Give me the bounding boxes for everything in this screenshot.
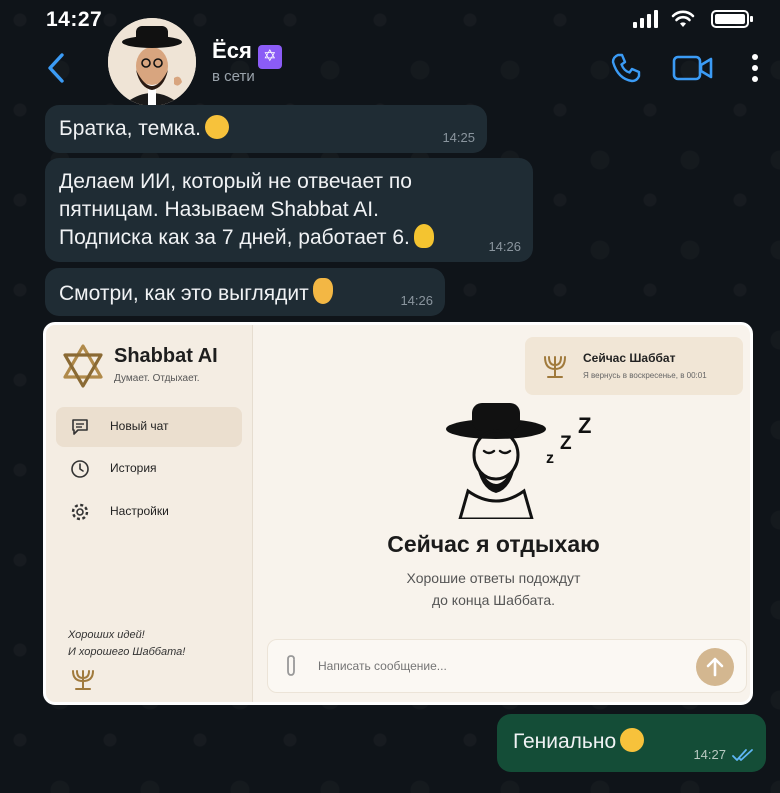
message-time: 14:25: [442, 130, 475, 145]
menorah-icon: [72, 670, 94, 690]
nav-item-settings[interactable]: Настройки: [56, 492, 242, 532]
message-text: Братка, темка.: [59, 117, 201, 140]
contact-avatar[interactable]: [108, 18, 196, 106]
message-time: 14:26: [488, 239, 521, 254]
clock: 14:27: [46, 8, 103, 31]
svg-text:z: z: [546, 450, 554, 467]
incoming-message[interactable]: Смотри, как это выглядит 14:26: [45, 268, 445, 316]
app-title: Shabbat AI: [114, 345, 218, 367]
sleeping-rabbi-illustration: z Z Z: [446, 403, 591, 519]
contact-name[interactable]: Ёся ✡: [212, 38, 282, 69]
farewell-line: И хорошего Шаббата!: [68, 646, 186, 658]
contact-online-status: в сети: [212, 68, 255, 85]
resting-subtitle-line: Хорошие ответы подождут: [406, 570, 581, 586]
signal-icon: [633, 10, 658, 28]
farewell-line: Хороших идей!: [68, 629, 145, 641]
svg-text:Z: Z: [560, 433, 572, 454]
nav-item-label: История: [110, 461, 157, 475]
clock-icon: [71, 460, 89, 478]
light-bulb-emoji-icon: [413, 224, 434, 248]
app-main-panel: Сейчас Шаббат Я вернусь в воскресенье, в…: [253, 325, 750, 702]
laughing-face-emoji-icon: [620, 728, 645, 752]
shared-image-message[interactable]: Shabbat AI Думает. Отдыхает. Новый чат И…: [43, 322, 753, 705]
outgoing-message[interactable]: Гениально 14:27: [497, 714, 766, 772]
resting-title: Сейчас я отдыхаю: [387, 531, 600, 557]
contact-name-text: Ёся: [212, 38, 252, 63]
arrow-up-icon: [706, 657, 724, 677]
nav-item-label: Настройки: [110, 504, 169, 518]
video-call-icon[interactable]: [672, 54, 714, 82]
chat-icon: [72, 419, 88, 435]
smiling-face-emoji-icon: [204, 115, 229, 139]
gear-icon: [71, 503, 89, 521]
message-composer: [267, 639, 747, 693]
rabbi-avatar-image: [108, 18, 196, 106]
chat-header: Ёся ✡ в сети: [0, 18, 780, 106]
star-of-david-logo-icon: [63, 344, 103, 388]
message-text: Гениально: [513, 730, 617, 753]
shabbat-status-card: Сейчас Шаббат Я вернусь в воскресенье, в…: [525, 337, 743, 395]
status-title: Сейчас Шаббат: [583, 351, 676, 365]
nav-item-new-chat[interactable]: Новый чат: [56, 407, 242, 447]
message-time: 14:27: [693, 747, 726, 762]
resting-subtitle: Хорошие ответы подождут до конца Шаббата…: [253, 567, 750, 611]
incoming-message[interactable]: Делаем ИИ, который не отвечает по пятниц…: [45, 158, 533, 262]
phone-icon[interactable]: [610, 52, 642, 84]
more-options-icon[interactable]: [750, 52, 760, 84]
read-receipt-icon: [732, 749, 753, 761]
battery-icon: [711, 10, 753, 28]
pointing-down-emoji-icon: [312, 278, 333, 304]
star-of-david-badge: ✡: [257, 45, 282, 69]
status-subtitle: Я вернусь в воскресенье, в 00:01: [583, 371, 707, 380]
sidebar-farewell-note: Хороших идей! И хорошего Шаббата!: [68, 627, 185, 661]
paperclip-icon[interactable]: [282, 654, 300, 678]
resting-subtitle-line: до конца Шаббата.: [431, 592, 556, 608]
nav-item-label: Новый чат: [110, 419, 169, 433]
nav-item-history[interactable]: История: [56, 449, 242, 489]
wifi-icon: [671, 10, 695, 27]
message-text: Делаем ИИ, который не отвечает по пятниц…: [59, 168, 459, 252]
send-button[interactable]: [696, 648, 734, 686]
message-text-content: Делаем ИИ, который не отвечает по пятниц…: [59, 170, 412, 249]
message-time: 14:26: [400, 293, 433, 308]
menorah-icon: [544, 356, 566, 378]
incoming-message[interactable]: Братка, темка. 14:25: [45, 105, 487, 153]
app-subtitle: Думает. Отдыхает.: [114, 373, 200, 384]
back-arrow-icon[interactable]: [44, 52, 68, 84]
message-input[interactable]: [318, 656, 658, 676]
svg-text:Z: Z: [578, 413, 591, 438]
app-sidebar: Shabbat AI Думает. Отдыхает. Новый чат И…: [46, 325, 253, 702]
message-text: Смотри, как это выглядит: [59, 282, 309, 305]
